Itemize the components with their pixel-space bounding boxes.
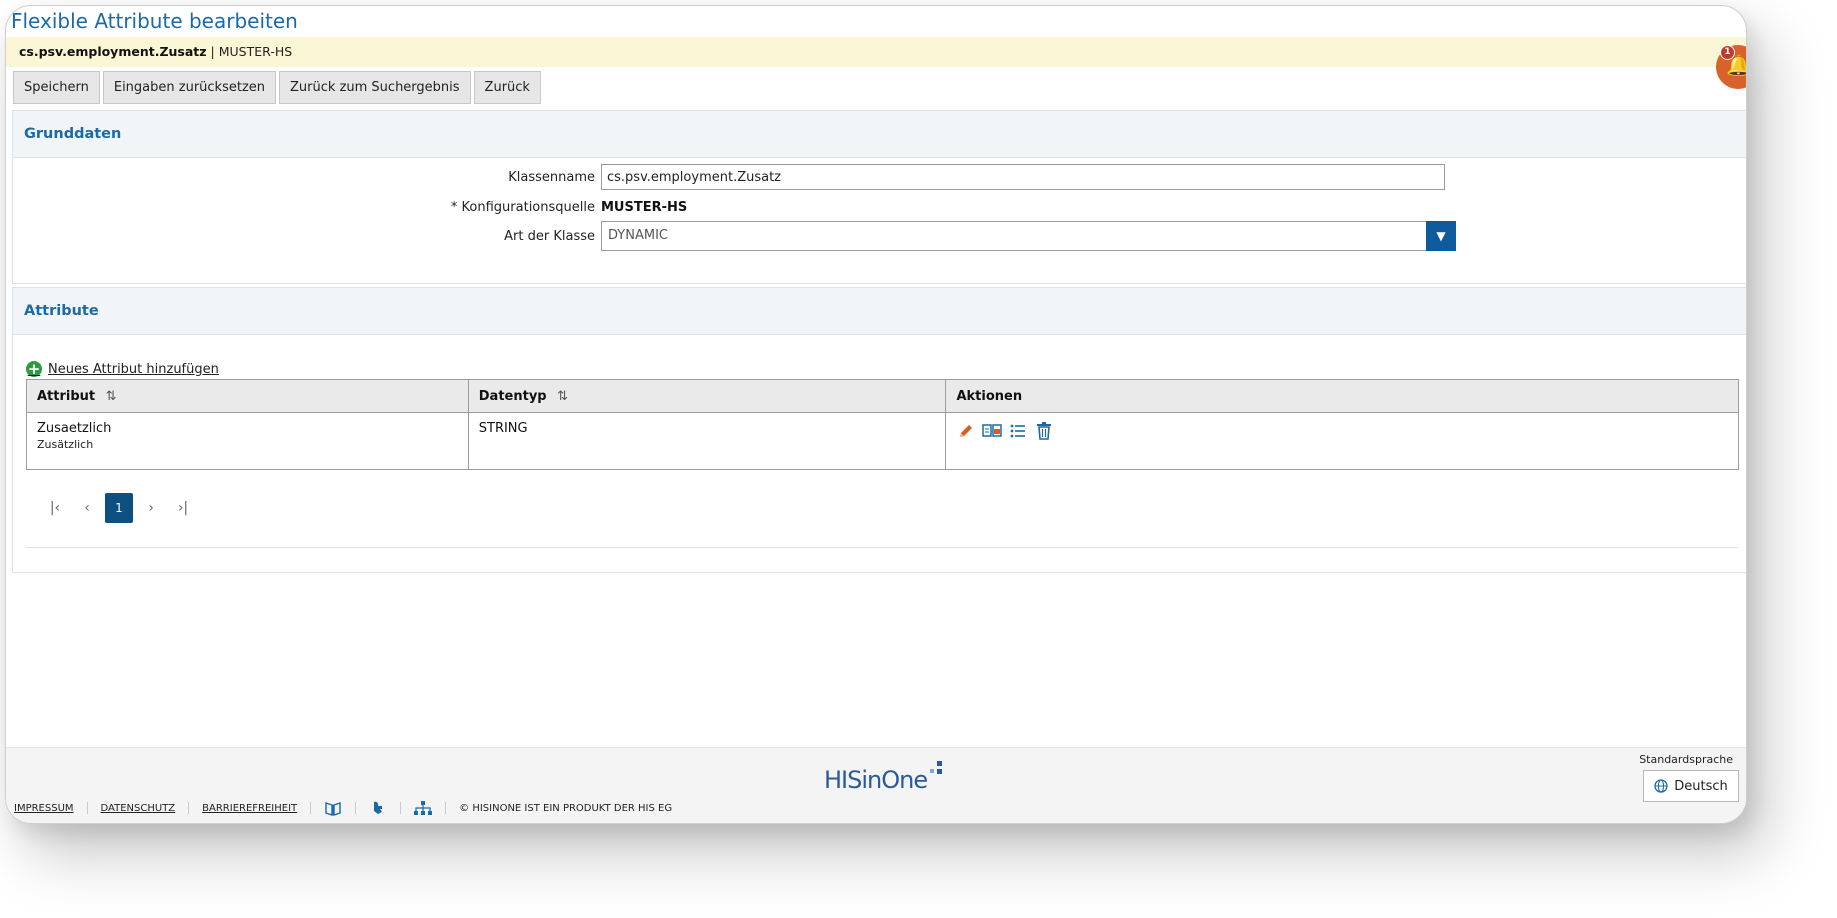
first-page-icon[interactable]: |‹ [41, 493, 69, 523]
previous-page-icon[interactable]: ‹ [73, 493, 101, 523]
object-name: cs.psv.employment.Zusatz [19, 44, 207, 59]
art-der-klasse-value: DYNAMIC [608, 228, 668, 243]
barrierefreiheit-link[interactable]: BARRIEREFREIHEIT [202, 803, 297, 814]
reset-button[interactable]: Eingaben zurücksetzen [102, 71, 277, 104]
impressum-link[interactable]: IMPRESSUM [14, 803, 74, 814]
next-page-icon[interactable]: › [137, 493, 165, 523]
sort-icon[interactable]: ⇅ [557, 389, 568, 404]
column-header-datentyp[interactable]: Datentyp ⇅ [467, 379, 947, 413]
add-attribute-label: Neues Attribut hinzufügen [48, 361, 219, 377]
column-header-attribut[interactable]: Attribut ⇅ [26, 379, 469, 413]
save-button[interactable]: Speichern [13, 71, 100, 104]
attribute-table: Attribut ⇅ Datentyp ⇅ Aktionen Zusaetzli… [26, 379, 1739, 470]
back-to-results-button[interactable]: Zurück zum Suchergebnis [279, 71, 471, 104]
chevron-down-icon[interactable]: ▼ [1426, 221, 1456, 251]
page-number-current[interactable]: 1 [105, 493, 133, 523]
globe-icon [1654, 779, 1668, 793]
back-button[interactable]: Zurück [473, 71, 541, 104]
klassenname-label: Klassenname [508, 169, 595, 185]
column-header-aktionen: Aktionen [945, 379, 1739, 413]
trash-icon[interactable] [1034, 421, 1054, 441]
klassenname-row: Klassenname [13, 164, 1445, 190]
notification-button[interactable]: 🔔 1 [1716, 45, 1746, 89]
language-value: Deutsch [1674, 778, 1728, 794]
list-icon[interactable] [1008, 421, 1028, 441]
add-attribute-link[interactable]: + Neues Attribut hinzufügen [26, 361, 219, 377]
art-der-klasse-row: Art der Klasse DYNAMIC ▼ [13, 221, 1456, 251]
klassenname-input[interactable] [601, 164, 1445, 190]
book-icon[interactable] [324, 800, 342, 816]
datatype-cell: STRING [467, 412, 947, 470]
konfigurationsquelle-label: * Konfigurationsquelle [450, 200, 595, 215]
grunddaten-section: Grunddaten Klassenname * Konfigurationsq… [12, 110, 1746, 284]
art-der-klasse-label: Art der Klasse [504, 228, 595, 244]
context-infobar: cs.psv.employment.Zusatz | MUSTER-HS 🔔 1 [6, 37, 1746, 89]
book-translation-icon[interactable] [982, 421, 1003, 441]
sort-icon[interactable]: ⇅ [106, 389, 117, 404]
table-header-row: Attribut ⇅ Datentyp ⇅ Aktionen [26, 379, 1739, 413]
column-header-attribut-label: Attribut [37, 388, 96, 404]
page-title: Flexible Attribute bearbeiten [11, 9, 298, 33]
footer-separator [355, 802, 357, 814]
page-footer: HISinOne IMPRESSUM DATENSCHUTZ BARRIEREF… [6, 747, 1746, 823]
config-source: MUSTER-HS [218, 44, 293, 59]
footer-separator [86, 802, 88, 814]
actions-cell [945, 412, 1739, 470]
footer-separator [188, 802, 190, 814]
footer-separator [310, 802, 312, 814]
art-der-klasse-select[interactable]: DYNAMIC ▼ [601, 221, 1456, 251]
action-toolbar: Speichern Eingaben zurücksetzen Zurück z… [13, 71, 541, 104]
infobar-separator: | [210, 44, 215, 59]
edit-pencil-icon[interactable] [956, 421, 976, 441]
footer-links: IMPRESSUM DATENSCHUTZ BARRIEREFREIHEIT ©… [14, 800, 672, 816]
last-page-icon[interactable]: ›| [169, 493, 197, 523]
column-header-datentyp-label: Datentyp [478, 388, 547, 404]
logo-text: HISinOne [824, 766, 928, 794]
footer-separator [400, 802, 402, 814]
sitemap-icon[interactable] [414, 800, 433, 816]
language-button[interactable]: Deutsch [1643, 770, 1739, 802]
attribute-subname: Zusätzlich [37, 438, 94, 451]
table-row: Zusaetzlich Zusätzlich STRING [26, 412, 1739, 470]
hisinone-logo: HISinOne [824, 760, 946, 794]
attribute-cell: Zusaetzlich Zusätzlich [26, 412, 469, 470]
divider [26, 547, 1739, 548]
grunddaten-heading[interactable]: Grunddaten [13, 111, 1746, 158]
datenschutz-link[interactable]: DATENSCHUTZ [101, 803, 176, 814]
add-circle-icon: + [26, 360, 42, 378]
column-header-aktionen-label: Aktionen [956, 388, 1023, 404]
pagination: |‹ ‹ 1 › ›| [41, 493, 197, 523]
language-label: Standardsprache [1639, 753, 1733, 766]
attribute-name: Zusaetzlich [37, 421, 112, 436]
konfigurationsquelle-row: * Konfigurationsquelle MUSTER-HS [13, 200, 687, 215]
logo-squares-icon [930, 761, 943, 774]
copyright-text: © HISINONE IST EIN PRODUKT DER HIS EG [459, 802, 673, 814]
app-window: Flexible Attribute bearbeiten cs.psv.emp… [5, 5, 1747, 824]
notification-count: 1 [1720, 45, 1735, 60]
footer-separator [445, 802, 447, 814]
sign-language-icon[interactable] [369, 800, 387, 816]
konfigurationsquelle-value: MUSTER-HS [601, 200, 688, 215]
attribute-heading[interactable]: Attribute [13, 288, 1746, 335]
